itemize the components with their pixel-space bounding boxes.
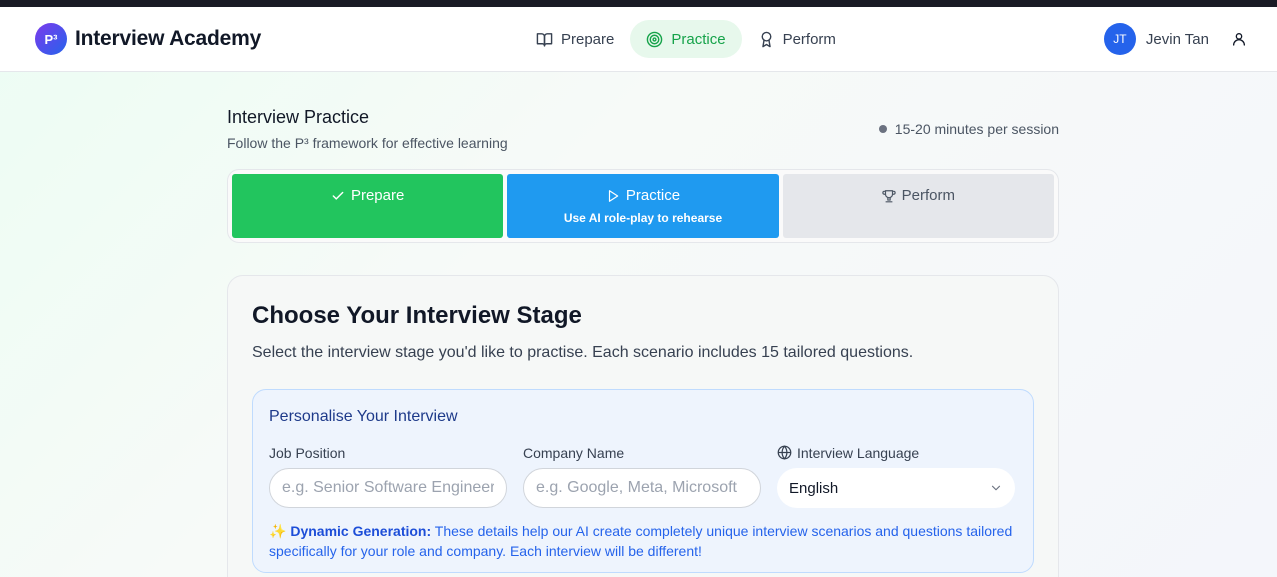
progress-steps: Prepare Practice Use AI role-play to reh… xyxy=(227,169,1059,243)
company-field: Company Name xyxy=(523,444,761,508)
app-header: P³ Interview Academy Prepare Practice Pe… xyxy=(0,7,1277,72)
brand-name: Interview Academy xyxy=(75,27,262,50)
brand[interactable]: P³ Interview Academy xyxy=(35,23,261,55)
personalise-fields: Job Position Company Name Interview Lang… xyxy=(269,444,1017,508)
page-subtitle: Follow the P³ framework for effective le… xyxy=(227,135,508,151)
dynamic-generation-note: ✨ Dynamic Generation: These details help… xyxy=(269,521,1017,561)
status-dot xyxy=(878,125,887,133)
stage-card: Choose Your Interview Stage Select the i… xyxy=(227,275,1059,577)
job-label: Job Position xyxy=(269,444,346,461)
personalise-panel: Personalise Your Interview Job Position … xyxy=(252,389,1034,573)
play-icon xyxy=(608,189,619,202)
top-strip xyxy=(0,0,1277,7)
user-icon[interactable] xyxy=(1231,31,1247,47)
page-title: Interview Practice xyxy=(227,107,370,127)
trophy-icon xyxy=(882,189,896,202)
nav-practice[interactable]: Practice xyxy=(630,20,742,58)
job-position-input[interactable] xyxy=(269,468,507,508)
session-duration-label: 15-20 minutes per session xyxy=(894,121,1059,137)
stage-subtitle: Select the interview stage you'd like to… xyxy=(252,344,914,361)
main-content: Interview Practice Follow the P³ framewo… xyxy=(227,107,1059,577)
sparkles-icon: ✨ xyxy=(269,523,287,539)
note-title: Dynamic Generation: xyxy=(290,523,432,539)
language-value: English xyxy=(789,479,839,497)
main-nav: Prepare Practice Perform xyxy=(520,20,852,58)
company-name-input[interactable] xyxy=(523,468,761,508)
language-field: Interview Language English xyxy=(777,444,1015,508)
step-practice[interactable]: Practice Use AI role-play to rehearse xyxy=(507,174,779,238)
chevron-down-icon xyxy=(991,485,1001,491)
step-prepare[interactable]: Prepare xyxy=(232,174,504,238)
nav-prepare-label: Prepare xyxy=(561,30,615,48)
session-duration: 15-20 minutes per session xyxy=(878,121,1059,137)
check-icon xyxy=(332,191,344,200)
target-icon xyxy=(647,31,663,47)
nav-perform-label: Perform xyxy=(782,30,836,48)
language-label-row: Interview Language xyxy=(777,444,1015,461)
nav-practice-label: Practice xyxy=(671,30,726,48)
personalise-title: Personalise Your Interview xyxy=(269,408,458,425)
step-practice-label: Practice xyxy=(625,187,681,204)
language-label: Interview Language xyxy=(797,444,920,461)
step-practice-desc: Use AI role-play to rehearse xyxy=(563,211,723,225)
step-prepare-label: Prepare xyxy=(350,187,405,204)
language-select[interactable]: English xyxy=(777,468,1015,508)
step-perform-label: Perform xyxy=(901,187,955,204)
company-label: Company Name xyxy=(523,444,625,461)
award-icon xyxy=(761,31,772,47)
step-perform[interactable]: Perform xyxy=(782,174,1054,238)
brand-logo: P³ xyxy=(35,23,67,55)
nav-prepare[interactable]: Prepare xyxy=(520,20,630,58)
globe-icon xyxy=(777,445,792,460)
title-row: Interview Practice Follow the P³ framewo… xyxy=(227,107,1059,151)
stage-title: Choose Your Interview Stage xyxy=(252,302,582,329)
book-icon xyxy=(536,32,553,47)
avatar[interactable]: JT xyxy=(1103,23,1136,55)
nav-perform[interactable]: Perform xyxy=(742,20,852,58)
job-field: Job Position xyxy=(269,444,507,508)
user-menu[interactable]: JT Jevin Tan xyxy=(1103,23,1247,55)
user-name: Jevin Tan xyxy=(1145,30,1209,48)
